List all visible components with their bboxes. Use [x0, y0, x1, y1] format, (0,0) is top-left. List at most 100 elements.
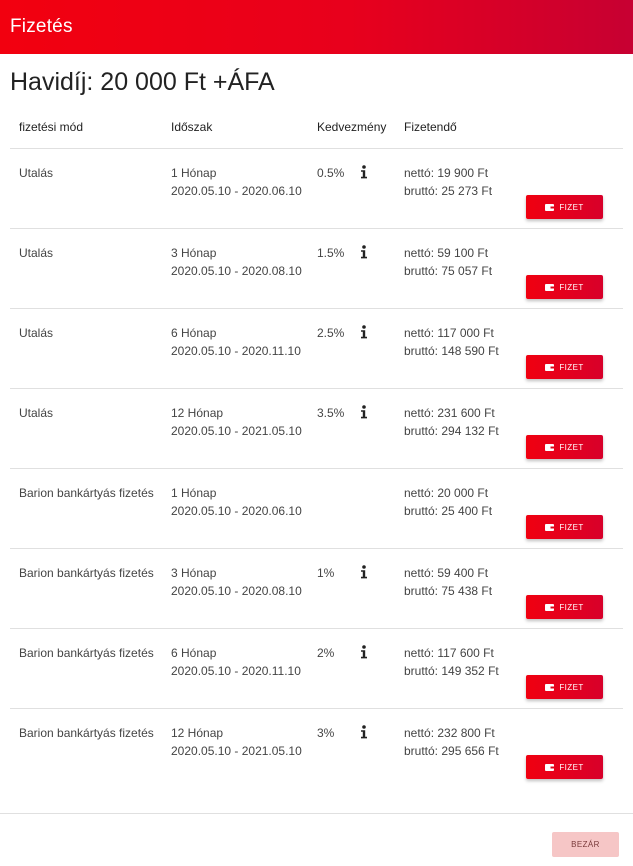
discount-cell	[317, 468, 404, 549]
gross-amount: bruttó: 148 590 Ft	[404, 344, 499, 358]
info-icon[interactable]	[359, 325, 369, 339]
net-amount: nettó: 20 000 Ft	[404, 486, 489, 500]
info-icon[interactable]	[359, 645, 369, 659]
period-length: 6 Hónap	[171, 646, 217, 660]
method-cell: Utalás	[10, 148, 171, 229]
pay-button-label: FIZET	[559, 682, 584, 692]
period-cell: 6 Hónap 2020.05.10 - 2020.11.10	[171, 308, 317, 389]
info-icon[interactable]	[359, 165, 369, 179]
discount-cell: 3%	[317, 709, 404, 789]
table-header-row: fizetési mód Időszak Kedvezmény Fizetend…	[10, 106, 623, 149]
period-cell: 6 Hónap 2020.05.10 - 2020.11.10	[171, 628, 317, 709]
pay-button-label: FIZET	[559, 442, 584, 452]
info-icon[interactable]	[359, 565, 369, 579]
wallet-icon	[545, 363, 555, 371]
pay-button-label: FIZET	[559, 362, 584, 372]
table-row: Utalás 3 Hónap 2020.05.10 - 2020.08.10 1…	[10, 228, 623, 309]
period-cell: 1 Hónap 2020.05.10 - 2020.06.10	[171, 468, 317, 549]
period-length: 3 Hónap	[171, 566, 217, 580]
pay-button-label: FIZET	[559, 762, 584, 772]
period-length: 6 Hónap	[171, 326, 217, 340]
table-row: Utalás 6 Hónap 2020.05.10 - 2020.11.10 2…	[10, 308, 623, 389]
action-cell: FIZET	[526, 628, 623, 709]
pay-button[interactable]: FIZET	[526, 675, 603, 699]
action-cell: FIZET	[526, 388, 623, 469]
action-cell: FIZET	[526, 548, 623, 629]
gross-amount: bruttó: 75 057 Ft	[404, 264, 493, 278]
pay-button[interactable]: FIZET	[526, 275, 603, 299]
pay-button[interactable]: FIZET	[526, 355, 603, 379]
discount-cell: 3.5%	[317, 388, 404, 469]
payment-method: Barion bankártyás fizetés	[19, 486, 154, 500]
payment-method: Utalás	[19, 166, 54, 180]
gross-amount: bruttó: 149 352 Ft	[404, 664, 499, 678]
discount-cell: 0.5%	[317, 148, 404, 229]
payment-method: Utalás	[19, 406, 54, 420]
action-cell: FIZET	[526, 308, 623, 389]
pay-button[interactable]: FIZET	[526, 755, 603, 779]
column-header-method: fizetési mód	[10, 106, 171, 149]
table-row: Barion bankártyás fizetés 1 Hónap 2020.0…	[10, 468, 623, 549]
period-dates: 2020.05.10 - 2020.06.10	[171, 184, 302, 198]
header-title: Fizetés	[10, 16, 73, 37]
app-header: Fizetés	[0, 0, 633, 54]
monthly-fee-title: Havidíj: 20 000 Ft +ÁFA	[10, 68, 275, 96]
net-amount: nettó: 117 000 Ft	[404, 326, 494, 340]
discount-cell: 1.5%	[317, 228, 404, 309]
method-cell: Barion bankártyás fizetés	[10, 548, 171, 629]
table-row: Utalás 1 Hónap 2020.05.10 - 2020.06.10 0…	[10, 148, 623, 229]
discount-value: 0.5%	[317, 166, 345, 180]
method-cell: Barion bankártyás fizetés	[10, 468, 171, 549]
period-length: 3 Hónap	[171, 246, 217, 260]
period-cell: 12 Hónap 2020.05.10 - 2021.05.10	[171, 709, 317, 789]
period-dates: 2020.05.10 - 2021.05.10	[171, 424, 302, 438]
wallet-icon	[545, 683, 555, 691]
info-icon[interactable]	[359, 725, 369, 739]
discount-cell: 2.5%	[317, 308, 404, 389]
period-cell: 12 Hónap 2020.05.10 - 2021.05.10	[171, 388, 317, 469]
payment-method: Barion bankártyás fizetés	[19, 566, 154, 580]
column-header-discount: Kedvezmény	[317, 106, 404, 149]
action-cell: FIZET	[526, 709, 623, 789]
pay-button[interactable]: FIZET	[526, 515, 603, 539]
info-icon[interactable]	[359, 405, 369, 419]
payment-method: Utalás	[19, 326, 54, 340]
gross-amount: bruttó: 294 132 Ft	[404, 424, 499, 438]
pay-button[interactable]: FIZET	[526, 195, 603, 219]
info-icon[interactable]	[359, 245, 369, 259]
discount-value: 1.5%	[317, 246, 345, 260]
action-cell: FIZET	[526, 228, 623, 309]
wallet-icon	[545, 523, 555, 531]
gross-amount: bruttó: 25 400 Ft	[404, 504, 493, 518]
period-dates: 2020.05.10 - 2020.08.10	[171, 584, 302, 598]
period-dates: 2020.05.10 - 2021.05.10	[171, 744, 302, 758]
period-cell: 3 Hónap 2020.05.10 - 2020.08.10	[171, 548, 317, 629]
discount-cell: 2%	[317, 628, 404, 709]
method-cell: Utalás	[10, 308, 171, 389]
gross-amount: bruttó: 295 656 Ft	[404, 744, 499, 758]
payment-method: Utalás	[19, 246, 54, 260]
payment-method: Barion bankártyás fizetés	[19, 646, 154, 660]
period-length: 1 Hónap	[171, 166, 217, 180]
table-body: Utalás 1 Hónap 2020.05.10 - 2020.06.10 0…	[10, 148, 623, 789]
payable-cell: nettó: 59 400 Ft bruttó: 75 438 Ft	[404, 548, 526, 629]
payment-method: Barion bankártyás fizetés	[19, 726, 154, 740]
table-row: Barion bankártyás fizetés 3 Hónap 2020.0…	[10, 548, 623, 629]
pay-button[interactable]: FIZET	[526, 595, 603, 619]
payment-options-table: fizetési mód Időszak Kedvezmény Fizetend…	[10, 106, 623, 788]
pay-button[interactable]: FIZET	[526, 435, 603, 459]
payable-cell: nettó: 20 000 Ft bruttó: 25 400 Ft	[404, 468, 526, 549]
pay-button-label: FIZET	[559, 522, 584, 532]
discount-value: 1%	[317, 566, 335, 580]
close-button[interactable]: BEZÁR	[552, 832, 619, 857]
footer-divider	[0, 813, 633, 814]
column-header-payable: Fizetendő	[404, 106, 526, 149]
period-dates: 2020.05.10 - 2020.06.10	[171, 504, 302, 518]
table-row: Barion bankártyás fizetés 12 Hónap 2020.…	[10, 709, 623, 789]
period-length: 12 Hónap	[171, 406, 224, 420]
action-cell: FIZET	[526, 148, 623, 229]
table-row: Utalás 12 Hónap 2020.05.10 - 2021.05.10 …	[10, 388, 623, 469]
discount-cell: 1%	[317, 548, 404, 629]
column-header-period: Időszak	[171, 106, 317, 149]
payable-cell: nettó: 19 900 Ft bruttó: 25 273 Ft	[404, 148, 526, 229]
